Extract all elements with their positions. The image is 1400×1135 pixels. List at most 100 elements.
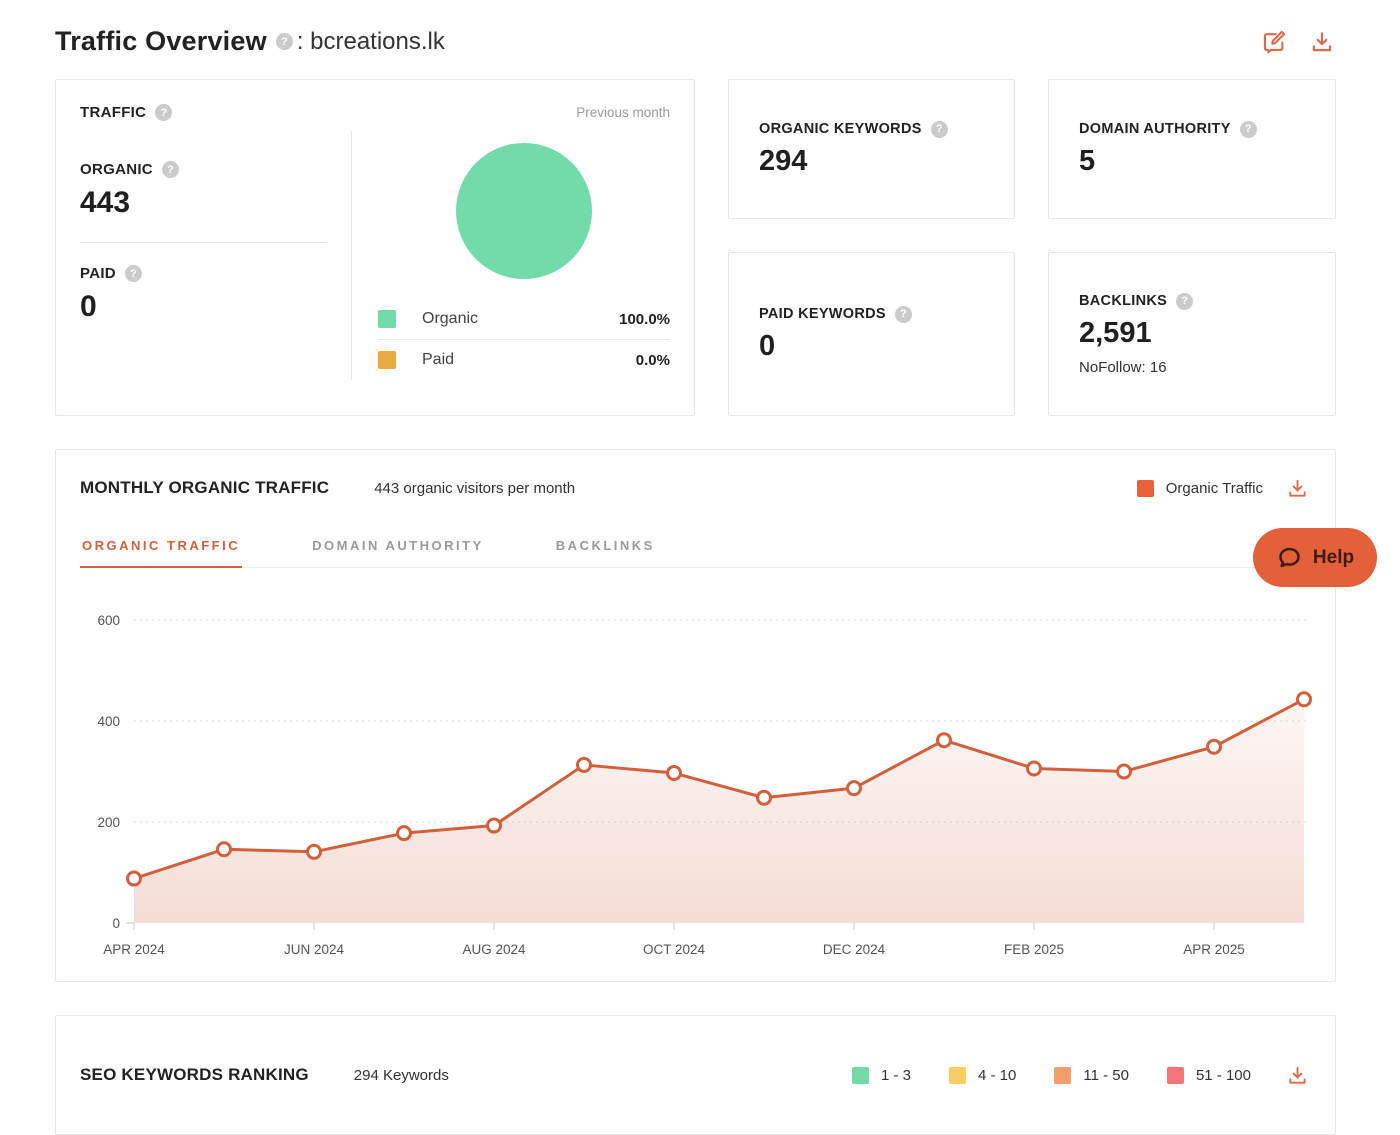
report-domain: : bcreations.lk <box>297 28 445 56</box>
stat-card-grid: ORGANIC KEYWORDS ? 294 DOMAIN AUTHORITY … <box>728 79 1336 416</box>
organic-keywords-label-row: ORGANIC KEYWORDS ? <box>759 121 984 138</box>
tab-backlinks[interactable]: BACKLINKS <box>554 538 657 568</box>
rank-51-100-label: 51 - 100 <box>1196 1067 1251 1084</box>
header-actions <box>1260 28 1336 56</box>
help-button-label: Help <box>1313 547 1354 569</box>
rank-1-3-label: 1 - 3 <box>881 1067 911 1084</box>
backlinks-nofollow: NoFollow: 16 <box>1079 359 1305 376</box>
domain-authority-value: 5 <box>1079 145 1305 178</box>
organic-traffic-swatch <box>1137 480 1154 497</box>
rank-legend-11-50: 11 - 50 <box>1042 1067 1129 1084</box>
pie-legend-row-organic: Organic 100.0% <box>378 299 670 339</box>
backlinks-label-row: BACKLINKS ? <box>1079 293 1305 310</box>
organic-label: ORGANIC <box>80 161 153 178</box>
backlinks-help-icon[interactable]: ? <box>1176 293 1193 310</box>
traffic-card-title: TRAFFIC <box>80 104 146 121</box>
monthly-organic-traffic-chart[interactable]: 0 200 400 600 APR 2024 JUN 2024 AUG 2024 OCT 20… <box>80 598 1313 966</box>
paid-help-icon[interactable]: ? <box>125 265 142 282</box>
keywords-download-icon[interactable] <box>1283 1061 1311 1089</box>
rank-legend-4-10: 4 - 10 <box>937 1067 1016 1084</box>
pie-legend-paid-value: 0.0% <box>636 352 670 369</box>
summary-row: TRAFFIC ? Previous month ORGANIC ? 443 P… <box>55 79 1336 416</box>
rank-1-3-swatch <box>852 1067 869 1084</box>
page-title-help-icon[interactable]: ? <box>276 33 293 50</box>
organic-keywords-card: ORGANIC KEYWORDS ? 294 <box>728 79 1015 219</box>
paid-keywords-label: PAID KEYWORDS <box>759 306 886 322</box>
traffic-help-icon[interactable]: ? <box>155 104 172 121</box>
traffic-pie-chart <box>456 143 592 279</box>
metric-divider <box>80 242 327 243</box>
keywords-ranking-legend: 1 - 3 4 - 10 11 - 50 51 - 100 <box>840 1061 1311 1089</box>
organic-metric-label-row: ORGANIC ? <box>80 161 327 178</box>
edit-report-icon[interactable] <box>1260 28 1288 56</box>
organic-keywords-help-icon[interactable]: ? <box>931 121 948 138</box>
page-header: Traffic Overview ? : bcreations.lk <box>55 26 1336 57</box>
svg-text:600: 600 <box>97 613 120 628</box>
monthly-tabs: ORGANIC TRAFFIC DOMAIN AUTHORITY BACKLIN… <box>80 538 1311 568</box>
svg-text:200: 200 <box>97 815 120 830</box>
monthly-title-group: MONTHLY ORGANIC TRAFFIC 443 organic visi… <box>80 478 575 498</box>
organic-help-icon[interactable]: ? <box>162 161 179 178</box>
monthly-organic-traffic-card: MONTHLY ORGANIC TRAFFIC 443 organic visi… <box>55 449 1336 982</box>
keywords-subtitle: 294 Keywords <box>354 1067 449 1084</box>
backlinks-card: BACKLINKS ? 2,591 NoFollow: 16 <box>1048 252 1336 416</box>
rank-51-100-swatch <box>1167 1067 1184 1084</box>
chart-download-icon[interactable] <box>1283 474 1311 502</box>
paid-keywords-label-row: PAID KEYWORDS ? <box>759 306 984 323</box>
tab-organic-traffic[interactable]: ORGANIC TRAFFIC <box>80 538 242 568</box>
domain-authority-label-row: DOMAIN AUTHORITY ? <box>1079 121 1305 138</box>
traffic-card-header: TRAFFIC ? Previous month <box>80 104 670 121</box>
paid-swatch <box>378 351 396 369</box>
chat-bubble-icon <box>1276 544 1303 571</box>
svg-text:AUG 2024: AUG 2024 <box>462 942 526 957</box>
chart-area: 0 200 400 600 APR 2024 JUN 2024 AUG 2024 OCT 20… <box>80 598 1311 971</box>
paid-metric-label-row: PAID ? <box>80 265 327 282</box>
pie-legend-row-paid: Paid 0.0% <box>378 339 670 380</box>
backlinks-label: BACKLINKS <box>1079 293 1167 309</box>
paid-value: 0 <box>80 290 327 324</box>
rank-11-50-label: 11 - 50 <box>1083 1067 1129 1084</box>
organic-swatch <box>378 310 396 328</box>
rank-4-10-swatch <box>949 1067 966 1084</box>
paid-label: PAID <box>80 265 116 282</box>
backlinks-value: 2,591 <box>1079 317 1305 350</box>
rank-legend-1-3: 1 - 3 <box>840 1067 911 1084</box>
pie-legend-organic-value: 100.0% <box>619 311 670 328</box>
rank-legend-51-100: 51 - 100 <box>1155 1067 1251 1084</box>
pie-legend-paid-label: Paid <box>422 351 454 369</box>
svg-text:DEC 2024: DEC 2024 <box>823 942 886 957</box>
page-title: Traffic Overview <box>55 26 267 57</box>
seo-keywords-ranking-card: SEO KEYWORDS RANKING 294 Keywords 1 - 3 … <box>55 1015 1336 1135</box>
rank-11-50-swatch <box>1054 1067 1071 1084</box>
domain-authority-help-icon[interactable]: ? <box>1240 121 1257 138</box>
domain-authority-label: DOMAIN AUTHORITY <box>1079 121 1231 137</box>
keywords-title: SEO KEYWORDS RANKING <box>80 1065 309 1085</box>
tab-domain-authority[interactable]: DOMAIN AUTHORITY <box>310 538 486 568</box>
svg-text:APR 2025: APR 2025 <box>1183 942 1245 957</box>
traffic-overview-page: Traffic Overview ? : bcreations.lk TRAFF… <box>0 0 1400 1098</box>
monthly-title: MONTHLY ORGANIC TRAFFIC <box>80 478 329 498</box>
organic-keywords-value: 294 <box>759 145 984 178</box>
organic-value: 443 <box>80 186 327 220</box>
traffic-card: TRAFFIC ? Previous month ORGANIC ? 443 P… <box>55 79 695 416</box>
svg-text:FEB 2025: FEB 2025 <box>1004 942 1064 957</box>
organic-traffic-legend-label: Organic Traffic <box>1166 480 1263 497</box>
paid-keywords-card: PAID KEYWORDS ? 0 <box>728 252 1015 416</box>
download-report-icon[interactable] <box>1308 28 1336 56</box>
paid-keywords-help-icon[interactable]: ? <box>895 306 912 323</box>
monthly-legend: Organic Traffic <box>1137 474 1311 502</box>
svg-text:0: 0 <box>112 916 120 931</box>
svg-text:APR 2024: APR 2024 <box>103 942 165 957</box>
svg-text:400: 400 <box>97 714 120 729</box>
monthly-header: MONTHLY ORGANIC TRAFFIC 443 organic visi… <box>80 474 1311 502</box>
svg-text:JUN 2024: JUN 2024 <box>284 942 345 957</box>
traffic-period-label: Previous month <box>576 105 670 120</box>
help-button[interactable]: Help <box>1253 528 1377 587</box>
traffic-pie-panel: Organic 100.0% Paid 0.0% <box>352 131 670 380</box>
rank-4-10-label: 4 - 10 <box>978 1067 1016 1084</box>
pie-legend-organic-label: Organic <box>422 310 478 328</box>
domain-authority-card: DOMAIN AUTHORITY ? 5 <box>1048 79 1336 219</box>
svg-text:OCT 2024: OCT 2024 <box>643 942 706 957</box>
organic-keywords-label: ORGANIC KEYWORDS <box>759 121 922 137</box>
traffic-metrics: ORGANIC ? 443 PAID ? 0 <box>80 131 352 380</box>
